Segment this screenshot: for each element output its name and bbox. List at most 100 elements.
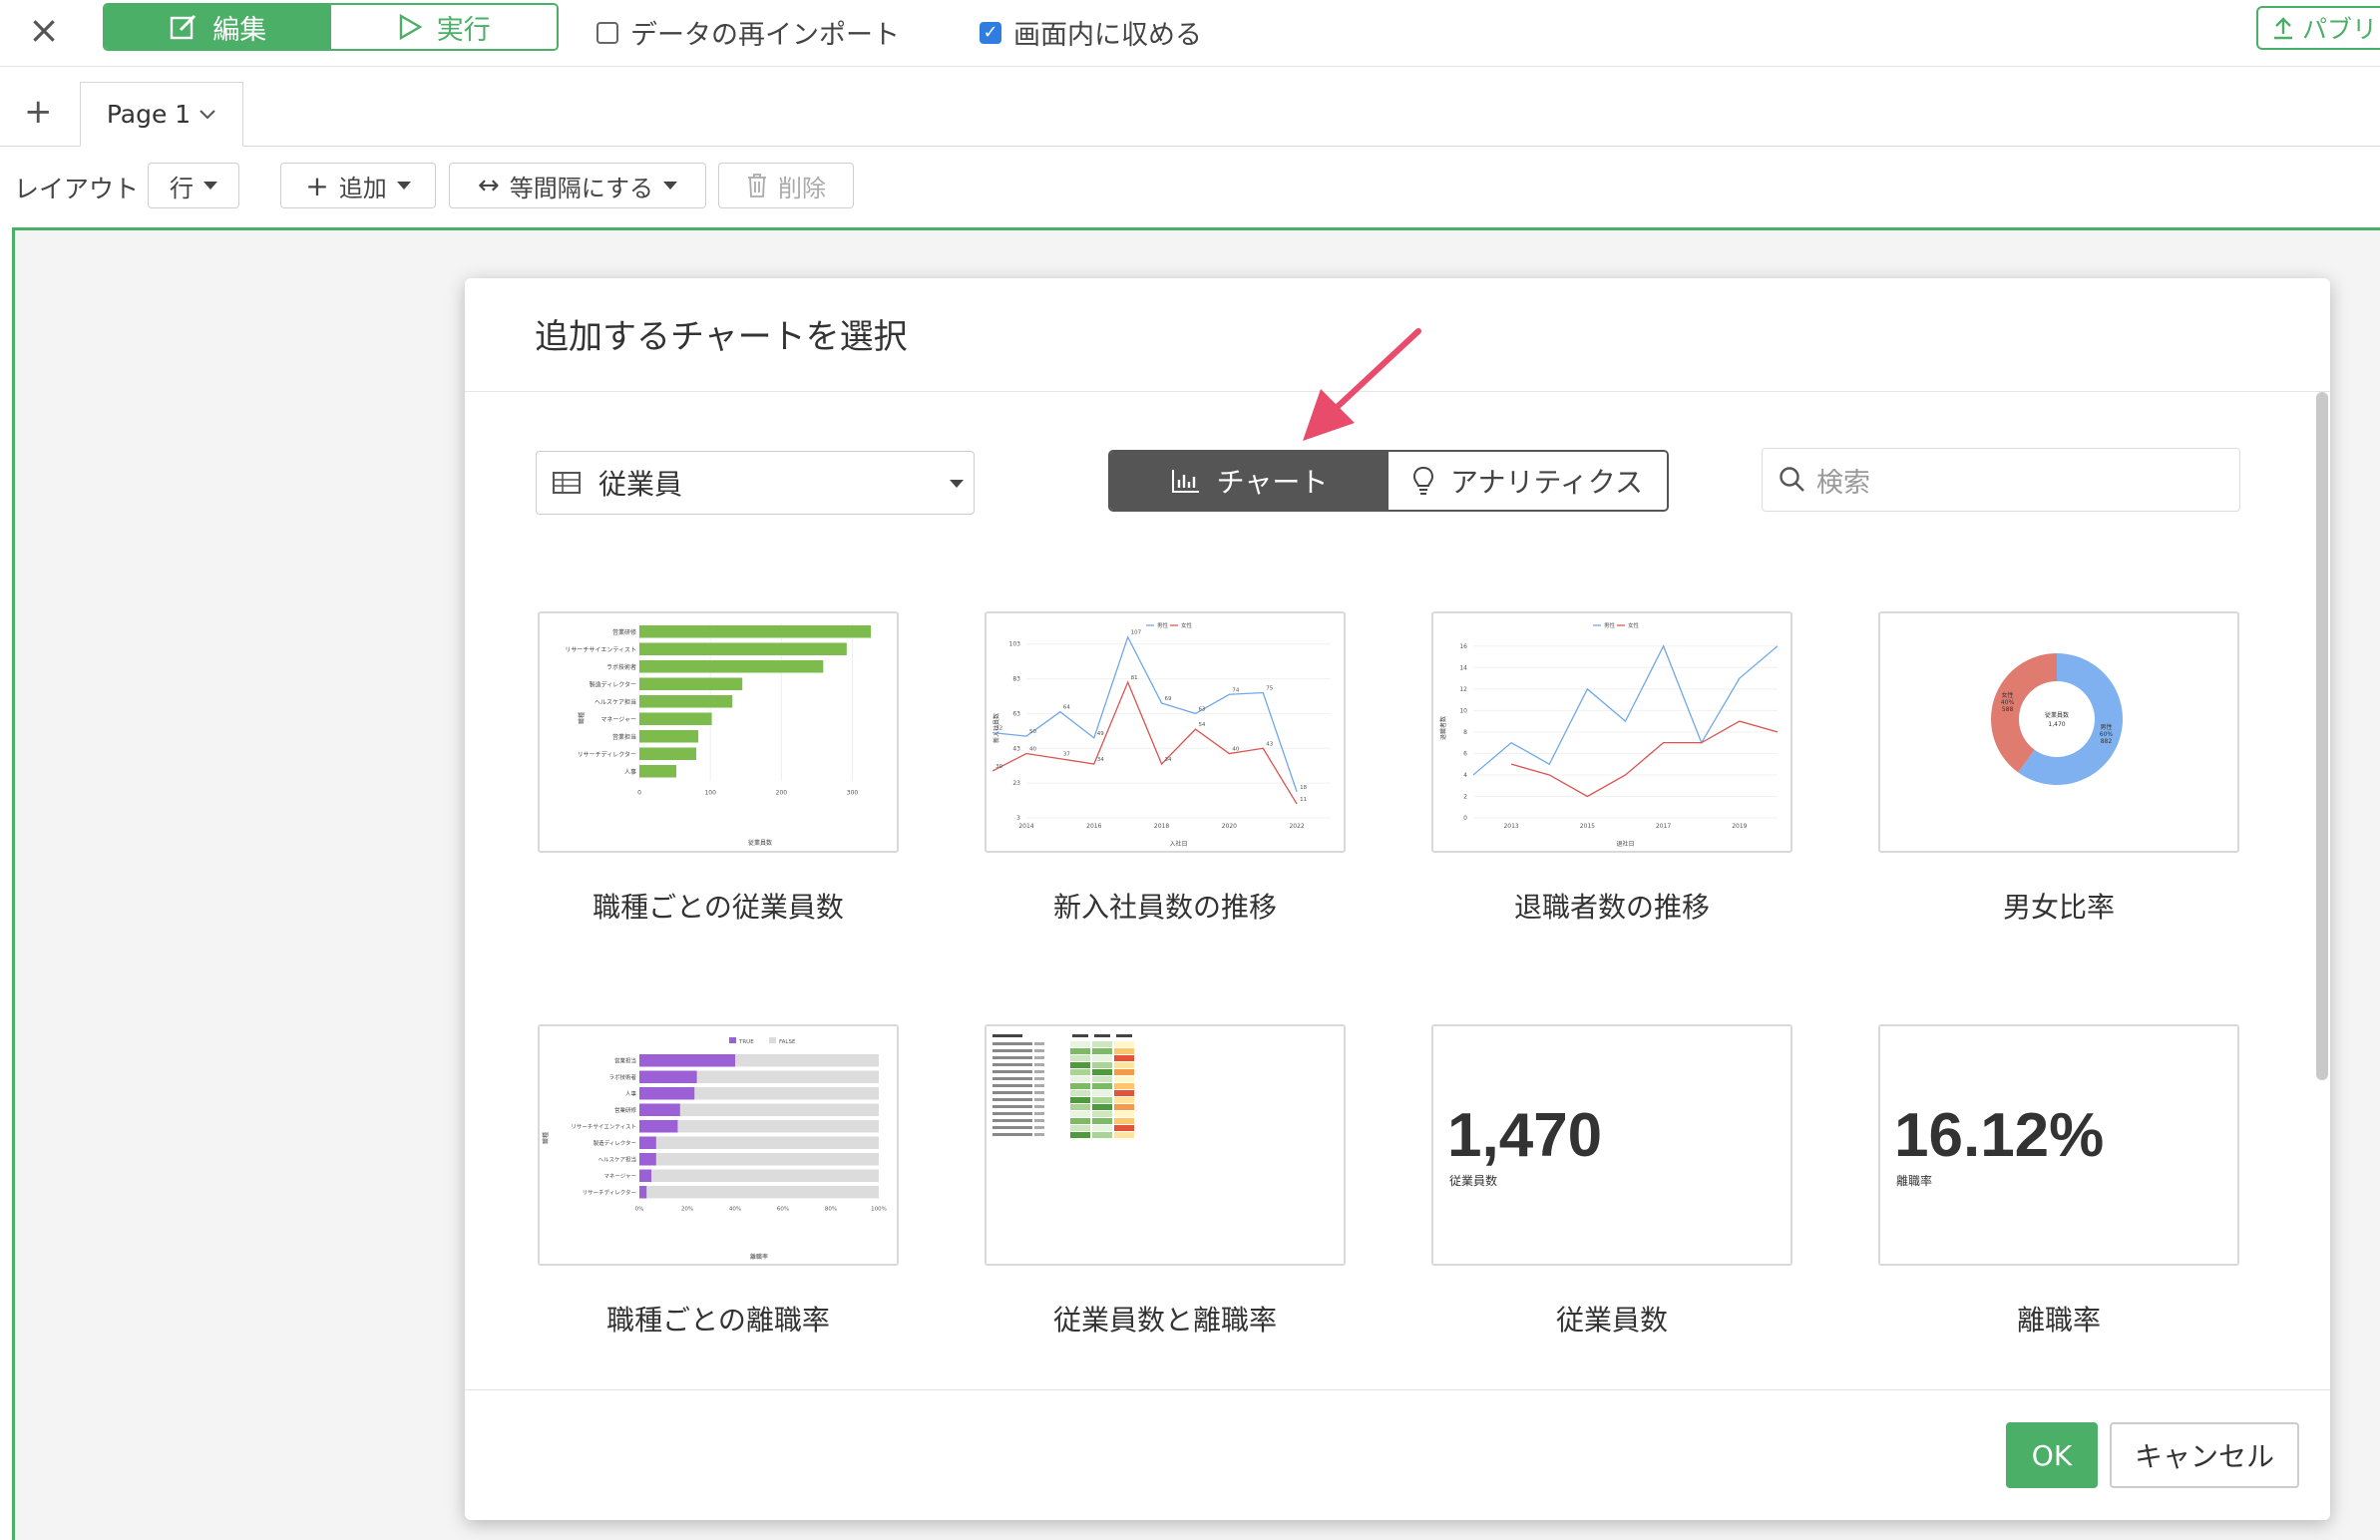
tick-label: 2 [1463, 793, 1467, 800]
slice-label: 男性 [2100, 723, 2112, 731]
heat-cell [1070, 1069, 1090, 1075]
tab-page-1[interactable]: Page 1 [80, 82, 243, 147]
delete-button[interactable]: 削除 [718, 163, 854, 208]
tick-label: 2014 [1018, 823, 1033, 830]
heat-cell [1092, 1083, 1112, 1089]
chart-card-turnover-by-role[interactable]: 営業担当 ラボ技術者 人事 営業研修 リサーチサイエンティスト 製造ディレクター ヘルスケア… [538, 1024, 899, 1266]
card-label: 男女比率 [2002, 891, 2115, 924]
heat-cell [1070, 1104, 1090, 1110]
bar-false [639, 1169, 879, 1182]
row-text-placeholder [992, 1091, 1032, 1094]
close-icon[interactable]: × [24, 10, 64, 50]
edit-mode-button[interactable]: 編集 [105, 5, 331, 49]
dialog-scrollbar[interactable] [2316, 392, 2328, 1080]
chart-card-employees-and-turnover[interactable] [985, 1024, 1346, 1266]
category-label: 製造ディレクター [590, 680, 636, 688]
cancel-button[interactable]: キャンセル [2110, 1422, 2299, 1488]
legend-label: 女性 [1181, 621, 1193, 629]
reimport-checkbox[interactable]: データの再インポート [596, 13, 900, 52]
row-dropdown[interactable]: 行 [148, 163, 239, 208]
delete-label: 削除 [778, 174, 826, 202]
publish-button[interactable]: パブリ [2256, 6, 2380, 50]
heat-cell [1092, 1069, 1112, 1075]
equal-spacing-dropdown[interactable]: ↔ 等間隔にする [449, 163, 706, 208]
series-line [992, 635, 1298, 793]
kpi-caption: 従業員数 [1449, 1174, 1498, 1188]
row-text-placeholder [992, 1133, 1032, 1136]
heat-cell [1070, 1090, 1090, 1096]
category-label: ラボ技術者 [608, 1073, 636, 1081]
heat-cell [1092, 1090, 1112, 1096]
tick-label: 2015 [1580, 823, 1595, 830]
tick-label: 60% [777, 1207, 789, 1213]
y-axis-label: 退職者数 [1439, 716, 1447, 740]
edit-icon [171, 14, 197, 40]
lightbulb-icon [1413, 466, 1434, 495]
dataset-select[interactable]: 従業員 [536, 451, 975, 515]
tick-label: 2017 [1656, 823, 1671, 830]
heat-cell [1114, 1083, 1134, 1089]
chart-card-new-hires-trend[interactable]: 3 23 43 63 83 103 2014 2016 2018 2020 2022 52 50 64 49… [985, 611, 1346, 853]
category-label: リサーチディレクター [583, 1188, 636, 1196]
header-placeholder [1072, 1034, 1088, 1037]
y-axis-label: 新入社員数 [992, 713, 1000, 743]
heat-cell [1070, 1111, 1090, 1117]
tick-label: 2018 [1154, 823, 1169, 830]
tick-label: 2020 [1222, 823, 1237, 830]
donut-center-value: 1,470 [2048, 721, 2065, 728]
pointer-arrow-annotation [1303, 328, 1421, 441]
heat-cell [1070, 1132, 1090, 1138]
row-text-placeholder [1034, 1070, 1044, 1073]
run-mode-button[interactable]: 実行 [330, 5, 557, 49]
bar [639, 765, 677, 778]
tab-chart[interactable]: チャート [1110, 452, 1388, 510]
heat-cell [1092, 1055, 1112, 1061]
tick-label: 83 [1012, 676, 1020, 683]
header-placeholder [1116, 1034, 1132, 1037]
chart-card-gender-ratio[interactable]: 男性 60% 882 女性 40% 588 従業員数 1,470 [1878, 611, 2239, 853]
x-axis-label: 退社日 [1616, 840, 1634, 848]
bar-true [639, 1136, 656, 1149]
data-label: 64 [1063, 705, 1070, 711]
search-icon [1780, 467, 1804, 492]
tick-label: 100% [871, 1207, 887, 1213]
tick-label: 80% [825, 1207, 837, 1213]
data-label: 40 [1029, 747, 1036, 753]
donut-center-title: 従業員数 [2045, 711, 2069, 719]
bar-true [639, 1120, 678, 1133]
legend-label: FALSE [779, 1039, 796, 1045]
heat-cell [1092, 1132, 1112, 1138]
legend-swatch [769, 1037, 776, 1043]
caret-down-icon [203, 182, 217, 190]
chart-card-employees-by-role[interactable]: 0 100 200 300 営業研修 リサーチサイエンティスト ラボ技術者 製造ディレクターヘ… [538, 611, 899, 853]
tick-label: 40% [729, 1207, 741, 1213]
heat-cell [1092, 1048, 1112, 1054]
data-label: 107 [1131, 630, 1142, 636]
category-label: マネージャー [600, 716, 636, 723]
search-input[interactable]: 検索 [1762, 448, 2240, 512]
chart-card-retirements-trend[interactable]: 0 2 4 6 8 10 12 14 16 2013 2015 2017 2019 男性 女性 退社日 退職者数 [1431, 611, 1792, 853]
fit-screen-checkbox[interactable]: ✓ 画面内に収める [980, 13, 1202, 52]
bar-true [639, 1169, 651, 1182]
tick-label: 100 [704, 790, 716, 797]
add-dropdown[interactable]: + 追加 [280, 163, 436, 208]
series-line [992, 680, 1298, 805]
header-placeholder [1094, 1034, 1110, 1037]
header-placeholder [992, 1034, 1022, 1037]
tab-analytics[interactable]: アナリティクス [1388, 452, 1667, 510]
bar-false [639, 1153, 879, 1166]
add-page-button[interactable]: + [24, 92, 53, 132]
table-icon [553, 472, 581, 494]
chart-card-employee-count[interactable]: 1,470 従業員数 [1431, 1024, 1792, 1266]
data-label: 40 [1232, 747, 1239, 753]
category-label: 人事 [624, 768, 636, 776]
bar-true [639, 1070, 697, 1083]
chart-card-turnover-rate[interactable]: 16.12% 離職率 [1878, 1024, 2239, 1266]
dialog-title: 追加するチャートを選択 [535, 317, 908, 357]
legend-label: 男性 [1604, 621, 1616, 629]
category-label: 営業担当 [612, 733, 636, 741]
ok-button[interactable]: OK [2006, 1422, 2098, 1488]
checkbox-checked-icon: ✓ [980, 21, 1001, 44]
row-text-placeholder [1034, 1098, 1044, 1101]
kpi-caption: 離職率 [1896, 1174, 1933, 1188]
